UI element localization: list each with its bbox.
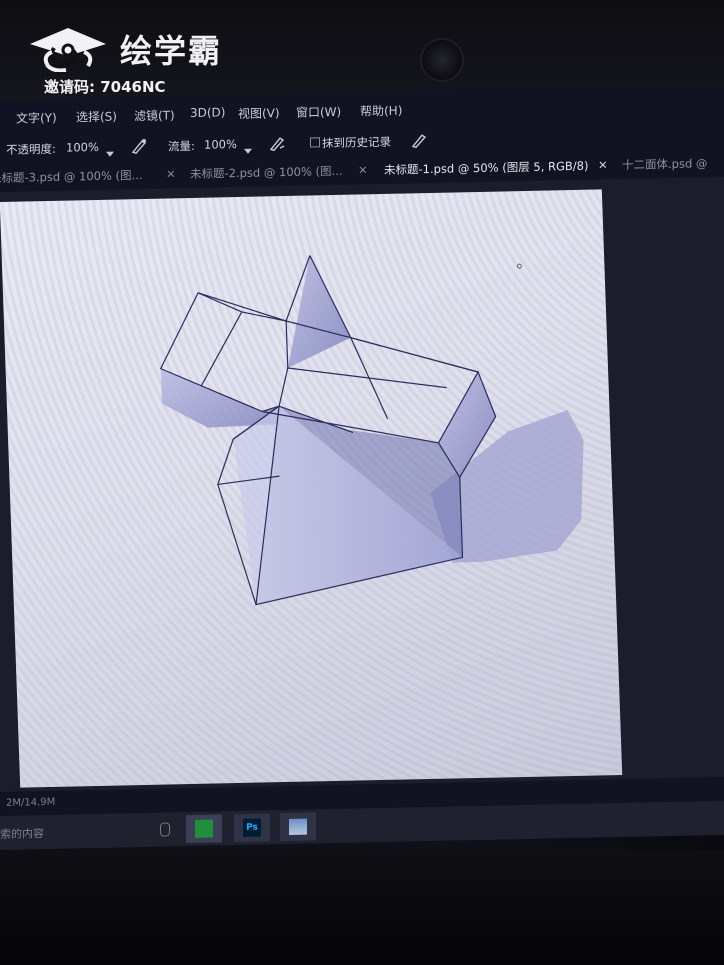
tab-document-2[interactable]: 未标题-2.psd @ 100% (图...	[190, 163, 343, 182]
webcam	[420, 38, 464, 82]
menu-item-type[interactable]: 文字(Y)	[16, 109, 57, 127]
taskbar-app-green[interactable]	[186, 814, 222, 844]
monitor-screen: 文字(Y) 选择(S) 滤镜(T) 3D(D) 视图(V) 窗口(W) 帮助(H…	[0, 84, 724, 851]
drawing-canvas[interactable]	[0, 189, 623, 788]
airbrush-pressure-icon[interactable]	[130, 137, 148, 155]
canvas-workspace	[0, 176, 724, 793]
geometry-sketch	[159, 255, 584, 606]
history-checkbox[interactable]	[310, 137, 320, 148]
airbrush-icon[interactable]	[268, 134, 286, 152]
menu-item-help[interactable]: 帮助(H)	[360, 102, 402, 120]
flow-dropdown-icon[interactable]	[244, 143, 252, 157]
menu-item-window[interactable]: 窗口(W)	[296, 103, 341, 121]
pressure-size-icon[interactable]	[410, 131, 428, 149]
tab-close-icon[interactable]: ×	[598, 157, 608, 171]
taskbar-image-viewer[interactable]	[280, 812, 316, 842]
taskbar-photoshop[interactable]: Ps	[234, 813, 270, 843]
tab-document-3[interactable]: 未标题-3.psd @ 100% (图...	[0, 167, 143, 186]
tab-dodecahedron[interactable]: 十二面体.psd @	[622, 155, 707, 173]
taskbar-search[interactable]: 索的内容	[0, 825, 44, 842]
watermark-brand: 绘学霸	[120, 32, 223, 70]
menu-item-3d[interactable]: 3D(D)	[190, 105, 225, 120]
menu-item-view[interactable]: 视图(V)	[238, 104, 280, 122]
photoshop-icon: Ps	[243, 818, 261, 837]
menu-item-filter[interactable]: 滤镜(T)	[134, 106, 175, 124]
tab-close-icon[interactable]: ×	[358, 162, 368, 176]
opacity-value[interactable]: 100%	[66, 140, 99, 155]
brush-cursor-icon	[516, 263, 522, 269]
app-green-icon	[195, 819, 213, 838]
flow-value[interactable]: 100%	[204, 137, 237, 152]
document-size: 2M/14.9M	[6, 796, 56, 809]
opacity-dropdown-icon[interactable]	[106, 146, 114, 160]
opacity-label: 不透明度:	[6, 141, 56, 157]
erase-to-history-label: 抹到历史记录	[322, 134, 391, 151]
microphone-icon[interactable]	[160, 822, 170, 837]
watermark-invite-code: 邀请码: 7046NC	[44, 78, 166, 96]
tab-close-icon[interactable]: ×	[166, 166, 176, 180]
menu-item-select[interactable]: 选择(S)	[76, 108, 117, 126]
flow-label: 流量:	[168, 138, 195, 154]
tab-document-1-active[interactable]: 未标题-1.psd @ 50% (图层 5, RGB/8)	[384, 158, 588, 178]
image-viewer-icon	[289, 818, 307, 835]
photo-of-monitor: 绘学霸 邀请码: 7046NC 文字(Y) 选择(S) 滤镜(T) 3D(D) …	[0, 0, 724, 965]
monitor-bezel-bottom	[0, 850, 724, 965]
watermark-logo-icon	[30, 28, 106, 72]
